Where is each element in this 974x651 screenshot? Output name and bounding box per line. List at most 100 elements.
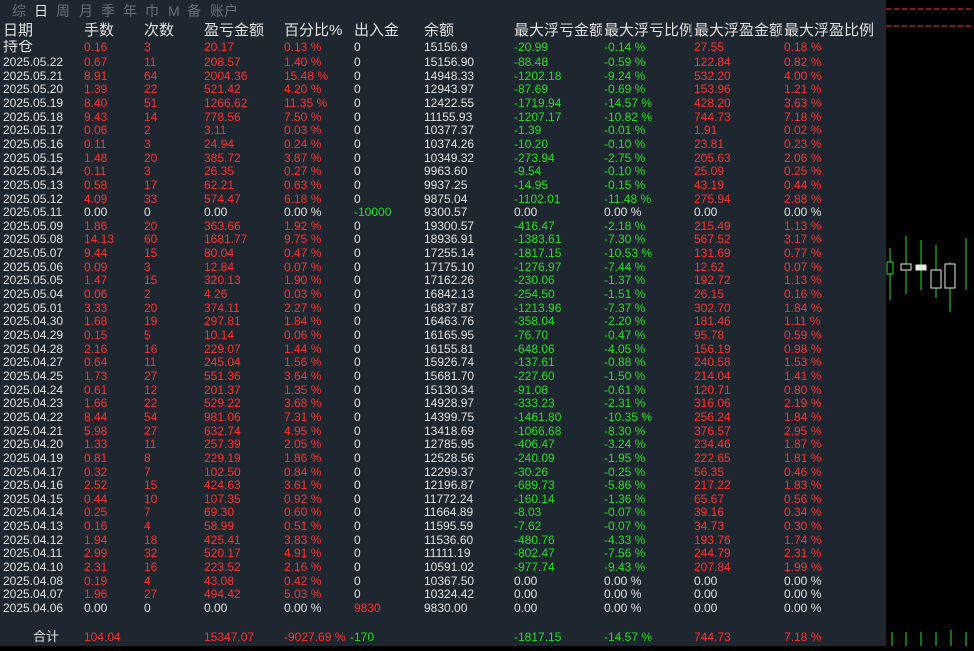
table-row[interactable]: 2025.04.07 1.96 27 494.42 5.03 % 0 10324.42 0.0… xyxy=(0,587,886,601)
table-row[interactable]: 2025.05.17 0.06 2 3.11 0.03 % 0 10377.37 -1.39 -… xyxy=(0,123,886,137)
table-row[interactable]: 2025.04.11 2.99 32 520.17 4.91 % 0 11111.19 -80… xyxy=(0,546,886,560)
table-cell: 9830.00 xyxy=(424,601,468,615)
table-cell: 32 xyxy=(144,546,158,561)
table-cell: 1.83 % xyxy=(784,478,822,493)
tab-1[interactable]: 日 xyxy=(34,2,48,20)
table-row[interactable]: 2025.05.18 9.43 14 778.56 7.50 % 0 11155.93 -12… xyxy=(0,110,886,124)
table-cell: 4.09 xyxy=(84,191,108,206)
table-cell: 0.24 % xyxy=(284,136,322,151)
table-cell: 0.56 % xyxy=(784,491,822,506)
table-row[interactable]: 2025.04.08 0.19 4 43.08 0.42 % 0 10367.50 0.00 0… xyxy=(0,574,886,588)
table-row[interactable]: 2025.05.04 0.06 2 4.26 0.03 % 0 16842.13 -254.5… xyxy=(0,287,886,301)
table-cell: 0 xyxy=(354,177,361,192)
table-row[interactable]: 2025.05.20 1.39 22 521.42 4.20 % 0 12943.97 -87… xyxy=(0,82,886,96)
table-row[interactable]: 2025.05.13 0.58 17 62.21 0.63 % 0 9937.25 -14.9… xyxy=(0,178,886,192)
table-cell: 1.94 xyxy=(84,532,108,547)
table-row[interactable]: 2025.04.06 0.00 0 0.00 0.00 % 9830 9830.00 0.00… xyxy=(0,601,886,615)
table-cell: 2025.05.06 xyxy=(3,259,64,274)
table-cell: 1.44 % xyxy=(284,341,322,356)
table-row[interactable]: 2025.04.28 2.16 16 229.07 1.44 % 0 16155.81 -64… xyxy=(0,342,886,356)
table-row[interactable]: 2025.05.14 0.11 3 26.35 0.27 % 0 9963.60 -9.54 -… xyxy=(0,164,886,178)
table-row[interactable]: 2025.04.21 5.98 27 632.74 4.95 % 0 13418.69 -10… xyxy=(0,424,886,438)
table-row[interactable]: 2025.04.24 0.61 12 201.37 1.35 % 0 15130.34 -91… xyxy=(0,383,886,397)
table-row[interactable]: 2025.05.11 0.00 0 0.00 0.00 % -10000 9300.57 0.… xyxy=(0,205,886,219)
table-cell: 2025.05.04 xyxy=(3,287,64,302)
table-cell: -0.01 % xyxy=(604,123,646,138)
table-cell: 8.44 xyxy=(84,409,108,424)
tab-2[interactable]: 周 xyxy=(56,2,70,20)
table-cell: 12528.56 xyxy=(424,450,475,465)
table-cell: 374.11 xyxy=(204,300,240,315)
table-row[interactable]: 2025.04.10 2.31 16 223.52 2.16 % 0 10591.02 -97… xyxy=(0,560,886,574)
table-cell: 0.00 % xyxy=(784,587,822,602)
table-row[interactable]: 2025.04.22 8.44 54 981.06 7.31 % 0 14399.75 -14… xyxy=(0,410,886,424)
tab-3[interactable]: 月 xyxy=(79,2,93,20)
table-cell: 2025.04.27 xyxy=(3,355,64,370)
tab-9[interactable]: 账户 xyxy=(210,2,238,20)
table-row[interactable]: 2025.04.27 0.64 11 245.04 1.56 % 0 15926.74 -13… xyxy=(0,355,886,369)
table-cell: 25.09 xyxy=(694,164,725,179)
table-row[interactable]: 2025.05.12 4.09 33 574.47 6.18 % 0 9875.04 -110… xyxy=(0,192,886,206)
table-row[interactable]: 2025.04.17 0.32 7 102.50 0.84 % 0 12299.37 -30.… xyxy=(0,465,886,479)
table-row[interactable]: 2025.05.22 0.67 11 208.57 1.40 % 0 15156.90 -88… xyxy=(0,55,886,69)
table-cell: 193.76 xyxy=(694,532,731,547)
table-row[interactable]: 2025.04.20 1.33 11 257.39 2.05 % 0 12785.95 -40… xyxy=(0,437,886,451)
table-row[interactable]: 2025.04.29 0.15 5 10.14 0.06 % 0 16165.95 -76.7… xyxy=(0,328,886,342)
table-cell: 16 xyxy=(144,341,158,356)
candle-body-5 xyxy=(944,263,956,289)
table-row[interactable]: 2025.04.13 0.16 4 58.99 0.51 % 0 11595.59 -7.62… xyxy=(0,519,886,533)
tab-7[interactable]: M xyxy=(168,2,180,20)
table-row[interactable]: 2025.04.12 1.94 18 425.41 3.83 % 0 11536.60 -48… xyxy=(0,533,886,547)
table-cell: 19300.57 xyxy=(424,218,475,233)
tab-6[interactable]: 巾 xyxy=(145,2,159,20)
table-cell: 43.08 xyxy=(204,573,235,588)
table-row[interactable]: 2025.05.01 3.33 20 374.11 2.27 % 0 16837.87 -12… xyxy=(0,301,886,315)
table-row[interactable]: 2025.05.19 8.40 51 1266.62 11.35 % 0 12422.55 -… xyxy=(0,96,886,110)
table-row[interactable]: 2025.05.16 0.11 3 24.94 0.24 % 0 10374.26 -10.2… xyxy=(0,137,886,151)
table-cell: 0.27 % xyxy=(284,164,322,179)
table-cell: 0 xyxy=(354,464,361,479)
holding-label: 持仓 xyxy=(3,40,34,54)
table-cell: -0.25 % xyxy=(604,464,646,479)
column-header: 日期 xyxy=(3,22,34,39)
statistics-panel: 综日周月季年巾 M 备账户 日期 手数 次数 盈亏金额 百分比% 出入金 余额 最大浮亏金额 最大浮… xyxy=(0,0,886,646)
table-cell: 0 xyxy=(354,136,361,151)
table-row[interactable]: 2025.05.21 8.91 64 2004.36 15.48 % 0 14948.33 -… xyxy=(0,69,886,83)
table-cell: 11595.59 xyxy=(424,519,474,534)
table-row[interactable]: 2025.04.30 1.68 19 297.81 1.84 % 0 16463.76 -35… xyxy=(0,314,886,328)
table-cell: 2025.04.20 xyxy=(3,437,64,452)
table-row[interactable]: 2025.05.05 1.47 15 320.13 1.90 % 0 17162.26 -23… xyxy=(0,273,886,287)
tab-5[interactable]: 年 xyxy=(123,2,137,20)
table-cell: -1066.68 xyxy=(514,423,562,438)
table-row[interactable]: 2025.04.15 0.44 10 107.35 0.92 % 0 11772.24 -16… xyxy=(0,492,886,506)
table-row[interactable]: 2025.04.19 0.81 8 229.19 1.86 % 0 12528.56 -240… xyxy=(0,451,886,465)
table-cell: 11 xyxy=(144,55,157,69)
table-row[interactable]: 2025.04.23 1.66 22 529.22 3.68 % 0 14928.97 -33… xyxy=(0,396,886,410)
tab-4[interactable]: 季 xyxy=(101,2,115,20)
candle-body-1 xyxy=(886,261,894,275)
table-cell: -0.15 % xyxy=(604,177,646,192)
price-chart[interactable] xyxy=(886,0,974,646)
table-cell: 208.57 xyxy=(204,55,241,69)
table-cell: 153.96 xyxy=(694,82,731,97)
tab-0[interactable]: 综 xyxy=(12,2,26,20)
table-cell: 632.74 xyxy=(204,423,241,438)
tab-8[interactable]: 备 xyxy=(187,2,201,20)
table-row[interactable]: 2025.04.14 0.25 7 69.30 0.60 % 0 11664.89 -8.03… xyxy=(0,505,886,519)
table-row[interactable]: 2025.05.09 1.86 20 363.66 1.92 % 0 19300.57 -41… xyxy=(0,219,886,233)
table-cell: 0 xyxy=(354,68,361,83)
table-row[interactable]: 2025.04.25 1.73 27 551.36 3.64 % 0 15681.70 -22… xyxy=(0,369,886,383)
table-row[interactable]: 2025.05.15 1.48 20 385.72 3.87 % 0 10349.32 -27… xyxy=(0,151,886,165)
table-cell: 95.78 xyxy=(694,328,725,342)
table-cell: 0.00 % xyxy=(604,205,642,220)
table-cell: 62.21 xyxy=(204,177,235,192)
table-row[interactable]: 2025.05.08 14.13 60 1681.77 9.75 % 0 18936.91 -… xyxy=(0,232,886,246)
table-cell: 1.40 % xyxy=(284,55,322,69)
table-row[interactable]: 2025.05.07 9.44 15 80.04 0.47 % 0 17255.14 -181… xyxy=(0,246,886,260)
table-cell: 15156.90 xyxy=(424,55,475,69)
table-cell: 3.83 % xyxy=(284,532,322,547)
table-cell: 1.66 xyxy=(84,396,108,411)
table-row[interactable]: 2025.05.06 0.09 3 12.84 0.07 % 0 17175.10 -1276… xyxy=(0,260,886,274)
table-cell: 0.16 % xyxy=(784,287,822,302)
table-row[interactable]: 2025.04.16 2.52 15 424.63 3.61 % 0 12196.87 -68… xyxy=(0,478,886,492)
